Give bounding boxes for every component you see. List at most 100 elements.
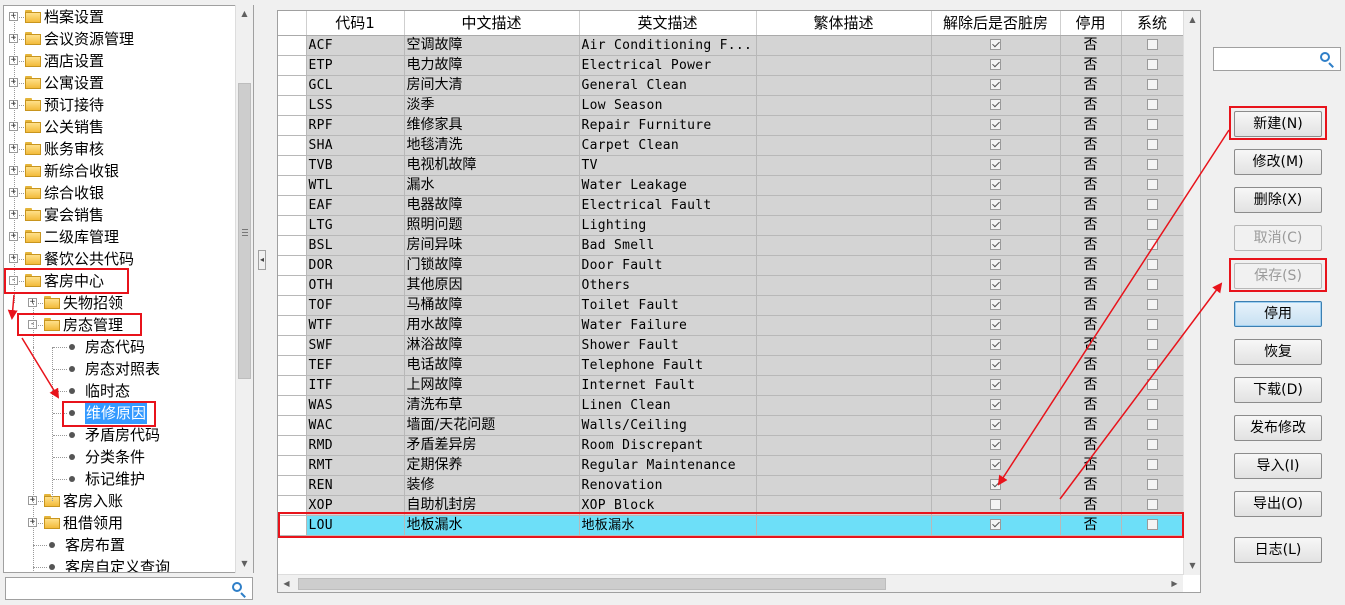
checkbox[interactable] — [1146, 379, 1158, 390]
checkbox[interactable] — [1146, 39, 1158, 50]
cell-chinese[interactable]: 墙面/天花问题 — [404, 415, 580, 436]
cell-english[interactable]: Door Fault — [579, 255, 757, 276]
tree-item-11[interactable]: + 餐饮公共代码 — [4, 248, 236, 270]
cell-dirty-after-release[interactable] — [931, 435, 1061, 456]
table-row[interactable]: ETP 电力故障 Electrical Power 否 — [278, 55, 1184, 76]
checkbox[interactable] — [990, 279, 1001, 290]
cell-chinese[interactable]: 用水故障 — [404, 315, 580, 336]
cell-traditional[interactable] — [756, 475, 932, 496]
row-indicator[interactable] — [278, 155, 307, 176]
cancel-button[interactable]: 取消(C) — [1234, 225, 1322, 251]
cell-english[interactable]: Bad Smell — [579, 235, 757, 256]
cell-dirty-after-release[interactable] — [931, 475, 1061, 496]
scroll-up-arrow-icon[interactable]: ▲ — [1184, 11, 1200, 28]
tree-leaf-1[interactable]: 客房自定义查询 — [4, 556, 236, 572]
column-header-disabled[interactable]: 停用 — [1060, 11, 1122, 36]
row-indicator[interactable] — [278, 295, 307, 316]
checkbox[interactable] — [1146, 79, 1158, 90]
tree-leaf-room-status-1[interactable]: 房态对照表 — [4, 358, 236, 380]
publish-changes-button[interactable]: 发布修改 — [1234, 415, 1322, 441]
cell-system[interactable] — [1121, 215, 1184, 236]
cell-traditional[interactable] — [756, 355, 932, 376]
checkbox[interactable] — [990, 499, 1001, 510]
cell-disabled[interactable]: 否 — [1060, 315, 1122, 336]
checkbox[interactable] — [1146, 219, 1158, 230]
tree-item-room-status-mgmt[interactable]: - 房态管理 — [4, 314, 236, 336]
grid-horizontal-scrollbar[interactable]: ◀ ▶ — [278, 574, 1183, 592]
checkbox[interactable] — [990, 399, 1001, 410]
cell-english[interactable]: Water Failure — [579, 315, 757, 336]
row-indicator[interactable] — [278, 375, 307, 396]
cell-disabled[interactable]: 否 — [1060, 255, 1122, 276]
row-indicator[interactable] — [278, 315, 307, 336]
import-button[interactable]: 导入(I) — [1234, 453, 1322, 479]
table-row[interactable]: XOP 自助机封房 XOP Block 否 — [278, 495, 1184, 516]
cell-traditional[interactable] — [756, 295, 932, 316]
cell-chinese[interactable]: 房间异味 — [404, 235, 580, 256]
download-button[interactable]: 下载(D) — [1234, 377, 1322, 403]
cell-dirty-after-release[interactable] — [931, 375, 1061, 396]
checkbox[interactable] — [990, 299, 1001, 310]
cell-disabled[interactable]: 否 — [1060, 435, 1122, 456]
cell-system[interactable] — [1121, 455, 1184, 476]
scroll-right-arrow-icon[interactable]: ▶ — [1166, 575, 1183, 592]
tree-leaf-room-status-3[interactable]: 维修原因 — [4, 402, 236, 424]
cell-chinese[interactable]: 门锁故障 — [404, 255, 580, 276]
row-indicator[interactable] — [278, 35, 307, 56]
cell-chinese[interactable]: 地毯清洗 — [404, 135, 580, 156]
cell-english[interactable]: TV — [579, 155, 757, 176]
delete-button[interactable]: 删除(X) — [1234, 187, 1322, 213]
cell-disabled[interactable]: 否 — [1060, 235, 1122, 256]
cell-disabled[interactable]: 否 — [1060, 475, 1122, 496]
grid-search-input[interactable] — [1213, 47, 1341, 71]
table-row[interactable]: SHA 地毯清洗 Carpet Clean 否 — [278, 135, 1184, 156]
cell-traditional[interactable] — [756, 55, 932, 76]
cell-disabled[interactable]: 否 — [1060, 275, 1122, 296]
cell-english[interactable]: Telephone Fault — [579, 355, 757, 376]
cell-english[interactable]: Others — [579, 275, 757, 296]
cell-english[interactable]: General Clean — [579, 75, 757, 96]
cell-chinese[interactable]: 房间大清 — [404, 75, 580, 96]
cell-system[interactable] — [1121, 375, 1184, 396]
tree-item-9[interactable]: + 宴会销售 — [4, 204, 236, 226]
checkbox[interactable] — [990, 379, 1001, 390]
checkbox[interactable] — [990, 139, 1001, 150]
cell-english[interactable]: Electrical Fault — [579, 195, 757, 216]
cell-dirty-after-release[interactable] — [931, 115, 1061, 136]
checkbox[interactable] — [990, 79, 1001, 90]
cell-traditional[interactable] — [756, 415, 932, 436]
cell-disabled[interactable]: 否 — [1060, 395, 1122, 416]
cell-code[interactable]: REN — [306, 475, 405, 496]
log-button[interactable]: 日志(L) — [1234, 537, 1322, 563]
cell-chinese[interactable]: 定期保养 — [404, 455, 580, 476]
checkbox[interactable] — [1146, 339, 1158, 350]
cell-traditional[interactable] — [756, 455, 932, 476]
table-row[interactable]: LOU 地板漏水 地板漏水否 — [278, 515, 1184, 536]
cell-traditional[interactable] — [756, 115, 932, 136]
table-row[interactable]: RMD 矛盾差异房 Room Discrepant 否 — [278, 435, 1184, 456]
tree-item-3[interactable]: + 公寓设置 — [4, 72, 236, 94]
cell-disabled[interactable]: 否 — [1060, 415, 1122, 436]
column-header-dirty-after-release[interactable]: 解除后是否脏房 — [931, 11, 1061, 36]
cell-system[interactable] — [1121, 315, 1184, 336]
cell-dirty-after-release[interactable] — [931, 215, 1061, 236]
tree-item-6[interactable]: + 账务审核 — [4, 138, 236, 160]
checkbox[interactable] — [990, 239, 1001, 250]
cell-code[interactable]: RMT — [306, 455, 405, 476]
cell-code[interactable]: XOP — [306, 495, 405, 516]
cell-dirty-after-release[interactable] — [931, 315, 1061, 336]
cell-code[interactable]: WAS — [306, 395, 405, 416]
cell-chinese[interactable]: 马桶故障 — [404, 295, 580, 316]
cell-traditional[interactable] — [756, 335, 932, 356]
cell-chinese[interactable]: 上网故障 — [404, 375, 580, 396]
cell-code[interactable]: GCL — [306, 75, 405, 96]
grid-hscroll-thumb[interactable] — [298, 578, 886, 590]
checkbox[interactable] — [990, 219, 1001, 230]
cell-chinese[interactable]: 矛盾差异房 — [404, 435, 580, 456]
cell-system[interactable] — [1121, 255, 1184, 276]
cell-dirty-after-release[interactable] — [931, 455, 1061, 476]
restore-button[interactable]: 恢复 — [1234, 339, 1322, 365]
cell-dirty-after-release[interactable] — [931, 35, 1061, 56]
scroll-up-arrow-icon[interactable]: ▲ — [236, 5, 253, 22]
checkbox[interactable] — [1146, 239, 1158, 250]
